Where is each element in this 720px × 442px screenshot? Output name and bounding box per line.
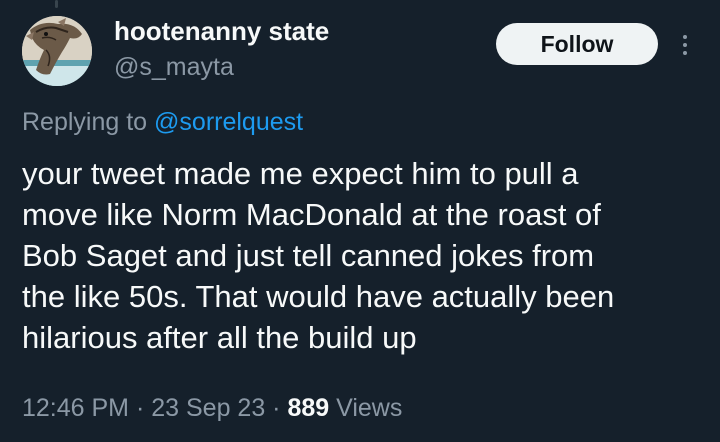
user-handle[interactable]: @s_mayta [114, 51, 234, 83]
tweet-time[interactable]: 12:46 PM [22, 394, 129, 422]
tweet-date[interactable]: 23 Sep 23 [151, 394, 265, 422]
tweet-detail: hootenanny state @s_mayta Follow Replyin… [0, 0, 720, 442]
tweet-meta: 12:46 PM · 23 Sep 23 · 889 Views [22, 391, 402, 425]
replying-to-label: Replying to [22, 108, 155, 136]
tweet-text-line: move like Norm MacDonald at the roast of [22, 197, 601, 232]
thread-connector-line [55, 0, 58, 8]
tweet-text-line: your tweet made me expect him to pull a [22, 156, 579, 191]
avatar-image [22, 16, 92, 86]
more-dot [683, 43, 687, 47]
meta-separator: · [265, 394, 288, 422]
more-dot [683, 51, 687, 55]
views-count[interactable]: 889 [287, 394, 329, 422]
replying-to: Replying to @sorrelquest [22, 105, 303, 139]
meta-separator: · [129, 394, 152, 422]
more-dot [683, 35, 687, 39]
avatar[interactable] [22, 16, 92, 86]
tweet-text-line: Bob Saget and just tell canned jokes fro… [22, 238, 595, 273]
tweet-text: your tweet made me expect him to pull a … [22, 153, 712, 358]
tweet-text-line: the like 50s. That would have actually b… [22, 279, 615, 314]
display-name[interactable]: hootenanny state [114, 14, 329, 48]
tweet-text-line: hilarious after all the build up [22, 320, 417, 355]
views-label: Views [329, 394, 403, 422]
follow-button[interactable]: Follow [496, 23, 658, 65]
more-vertical-icon[interactable] [675, 30, 695, 60]
reply-mention-link[interactable]: @sorrelquest [154, 108, 303, 136]
